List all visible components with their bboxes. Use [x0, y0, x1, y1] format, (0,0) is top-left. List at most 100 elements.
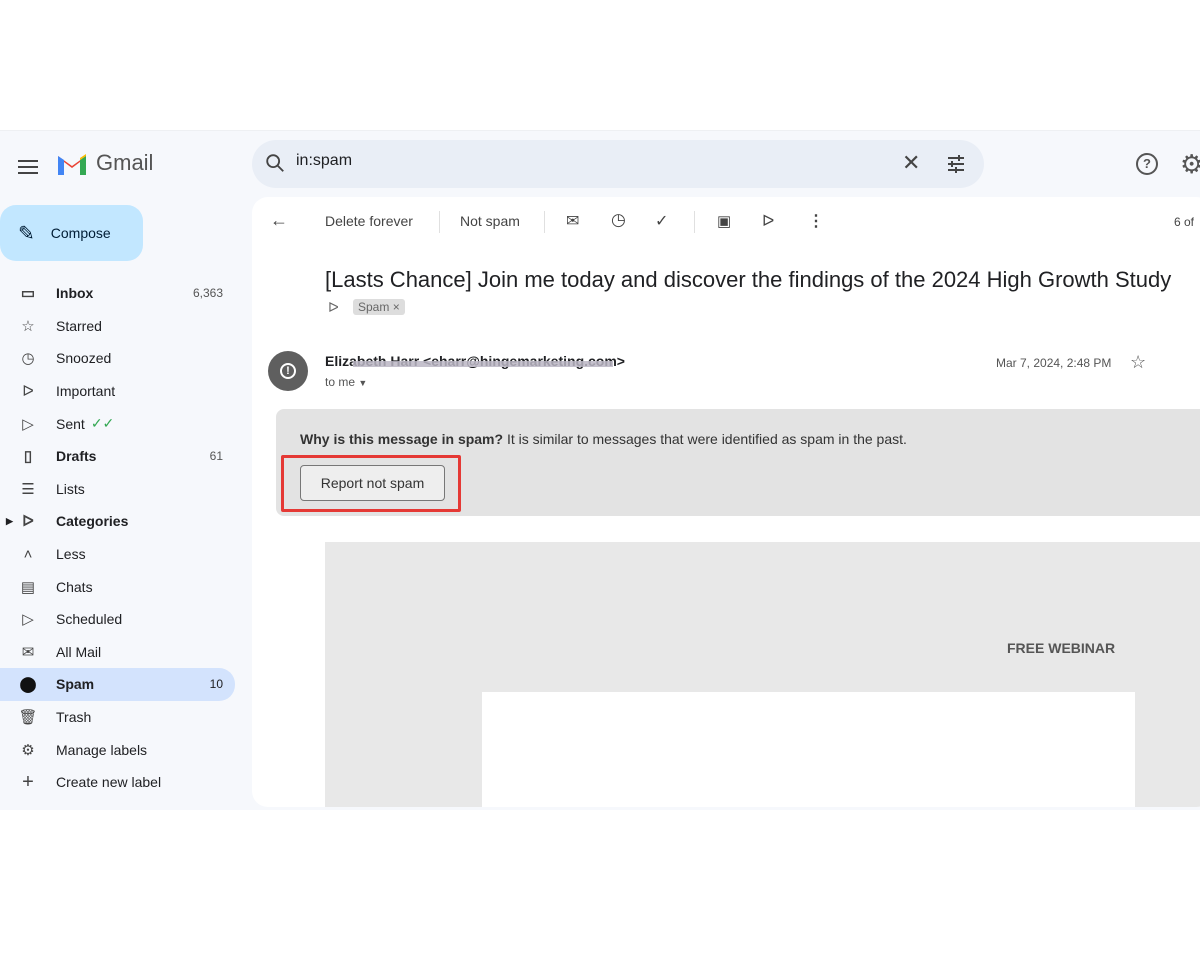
sidebar-item-snoozed[interactable]: ◷ Snoozed [0, 342, 235, 375]
body-heading: FREE WEBINAR [1007, 640, 1116, 656]
label: Drafts [56, 448, 97, 465]
star-icon: ☆ [21, 317, 35, 335]
not-spam-button[interactable]: Not spam [460, 213, 520, 229]
count: 6,363 [192, 286, 223, 301]
label: Trash [56, 709, 92, 726]
star-icon[interactable]: ☆ [1130, 352, 1146, 373]
sidebar-item-lists[interactable]: ☰ Lists [0, 473, 235, 506]
spam-explanation: Why is this message in spam? It is simil… [300, 431, 907, 447]
clear-search-icon[interactable]: ✕ [902, 150, 920, 176]
sidebar-item-create-label[interactable]: + Create new label [0, 766, 235, 799]
label: Manage labels [56, 741, 148, 758]
sidebar-item-important[interactable]: ᐅ Important [0, 375, 235, 408]
count: 10 [209, 677, 223, 692]
sidebar-item-categories[interactable]: ▶ ᐅ Categories [0, 505, 235, 538]
back-arrow-icon[interactable]: ← [270, 210, 288, 231]
gear-icon: ⚙ [21, 741, 35, 759]
recipient-dropdown[interactable]: to me ▼ [325, 375, 367, 389]
spam-label-chip: Spam × [353, 299, 405, 315]
label: All Mail [56, 643, 102, 660]
trash-icon: 🗑︎ [18, 709, 38, 727]
help-icon[interactable]: ? [1136, 153, 1158, 175]
email-subject: [Lasts Chance] Join me today and discove… [325, 267, 1172, 292]
sidebar-item-inbox[interactable]: ▭ Inbox 6,363 [0, 277, 235, 310]
chip-label: Spam [358, 300, 390, 314]
chat-icon: ▤ [20, 578, 36, 596]
clock-icon: ◷ [21, 350, 35, 368]
settings-gear-icon[interactable]: ⚙ [1180, 149, 1200, 180]
expand-arrow-icon[interactable]: ▶ [6, 516, 13, 527]
spam-reason: It is similar to messages that were iden… [506, 431, 907, 447]
sidebar-item-starred[interactable]: ☆ Starred [0, 310, 235, 343]
sidebar-item-spam[interactable]: ⬤ Spam 10 [0, 668, 235, 701]
recipient-label: to me [325, 375, 356, 389]
more-options-icon[interactable]: ⋮ [808, 211, 824, 231]
inbox-icon: ▭ [20, 285, 36, 303]
label: Scheduled [56, 611, 123, 628]
important-marker-icon[interactable]: ᐅ [328, 299, 339, 316]
label-important-icon: ᐅ [22, 383, 34, 401]
label-icon[interactable]: ᐅ [762, 211, 774, 231]
label: Sent [56, 415, 85, 432]
sidebar-item-sent[interactable]: ▷ Sent ✓✓ [0, 407, 235, 440]
sidebar-item-drafts[interactable]: ▯ Drafts 61 [0, 440, 235, 473]
snooze-clock-icon[interactable]: ◷ [611, 210, 626, 230]
label: Snoozed [56, 350, 112, 367]
message-date: Mar 7, 2024, 2:48 PM [996, 356, 1112, 370]
plus-icon: + [22, 770, 34, 793]
label: Starred [56, 317, 102, 334]
body-content-card [482, 692, 1135, 807]
count: 61 [209, 449, 223, 464]
email-body: FREE WEBINAR [325, 542, 1200, 807]
report-not-spam-button[interactable]: Report not spam [300, 465, 445, 501]
gmail-logo[interactable]: Gmail [56, 150, 153, 176]
spam-question: Why is this message in spam? [300, 431, 504, 447]
search-input[interactable] [296, 152, 856, 170]
sidebar-item-scheduled[interactable]: ▷ Scheduled [0, 603, 235, 636]
spam-warning-banner: Why is this message in spam? It is simil… [276, 409, 1200, 516]
send-icon: ▷ [22, 415, 34, 433]
sidebar-item-chats[interactable]: ▤ Chats [0, 570, 235, 603]
divider [544, 211, 545, 233]
sidebar-nav: ▭ Inbox 6,363 ☆ Starred ◷ Snoozed ᐅ Important… [0, 277, 240, 799]
label: Create new label [56, 774, 162, 791]
pencil-icon: ✎ [18, 222, 35, 245]
list-icon: ☰ [21, 480, 35, 498]
menu-icon[interactable] [18, 156, 38, 178]
draft-icon: ▯ [23, 448, 33, 466]
move-to-folder-icon[interactable]: ▣ [717, 212, 731, 230]
spam-icon: ⬤ [19, 676, 37, 694]
delete-forever-button[interactable]: Delete forever [325, 213, 413, 229]
compose-button[interactable]: ✎ Compose [0, 205, 143, 261]
sidebar-item-less[interactable]: ˄ Less [0, 538, 235, 571]
mark-unread-icon[interactable]: ✉ [566, 211, 579, 231]
app-name: Gmail [96, 150, 154, 175]
redaction-bar [353, 361, 613, 367]
gmail-window: Gmail ✕ ? ⚙ ✎ Compose ▭ Inbox 6,363 ☆ Starr… [0, 130, 1200, 810]
search-bar: ✕ [252, 140, 984, 188]
compose-label: Compose [50, 225, 111, 241]
sidebar-item-trash[interactable]: 🗑︎ Trash [0, 701, 235, 734]
divider [694, 211, 695, 233]
add-task-icon[interactable]: ✓ [655, 211, 668, 231]
scheduled-send-icon: ▷ [22, 611, 34, 629]
sender-avatar: ! [268, 351, 308, 391]
label: Inbox [56, 285, 94, 302]
gmail-m-icon [58, 154, 86, 175]
label: Categories [56, 513, 129, 530]
alert-icon: ! [280, 363, 296, 379]
remove-label-icon[interactable]: × [393, 300, 400, 314]
sidebar-item-manage-labels[interactable]: ⚙ Manage labels [0, 733, 235, 766]
label: Chats [56, 578, 93, 595]
chevron-up-icon: ˄ [23, 545, 33, 563]
label-icon: ᐅ [22, 513, 34, 531]
double-check-icon: ✓✓ [90, 415, 115, 432]
caret-down-icon: ▼ [358, 378, 368, 388]
search-icon[interactable] [264, 152, 286, 174]
sidebar-item-all-mail[interactable]: ✉ All Mail [0, 636, 235, 669]
message-toolbar: ← Delete forever Not spam ✉ ◷ ✓ ▣ ᐅ ⋮ 6 … [252, 210, 1200, 235]
pager: 6 of [1174, 215, 1195, 229]
search-options-icon[interactable] [946, 154, 966, 174]
divider [439, 211, 440, 233]
label: Lists [56, 480, 85, 497]
